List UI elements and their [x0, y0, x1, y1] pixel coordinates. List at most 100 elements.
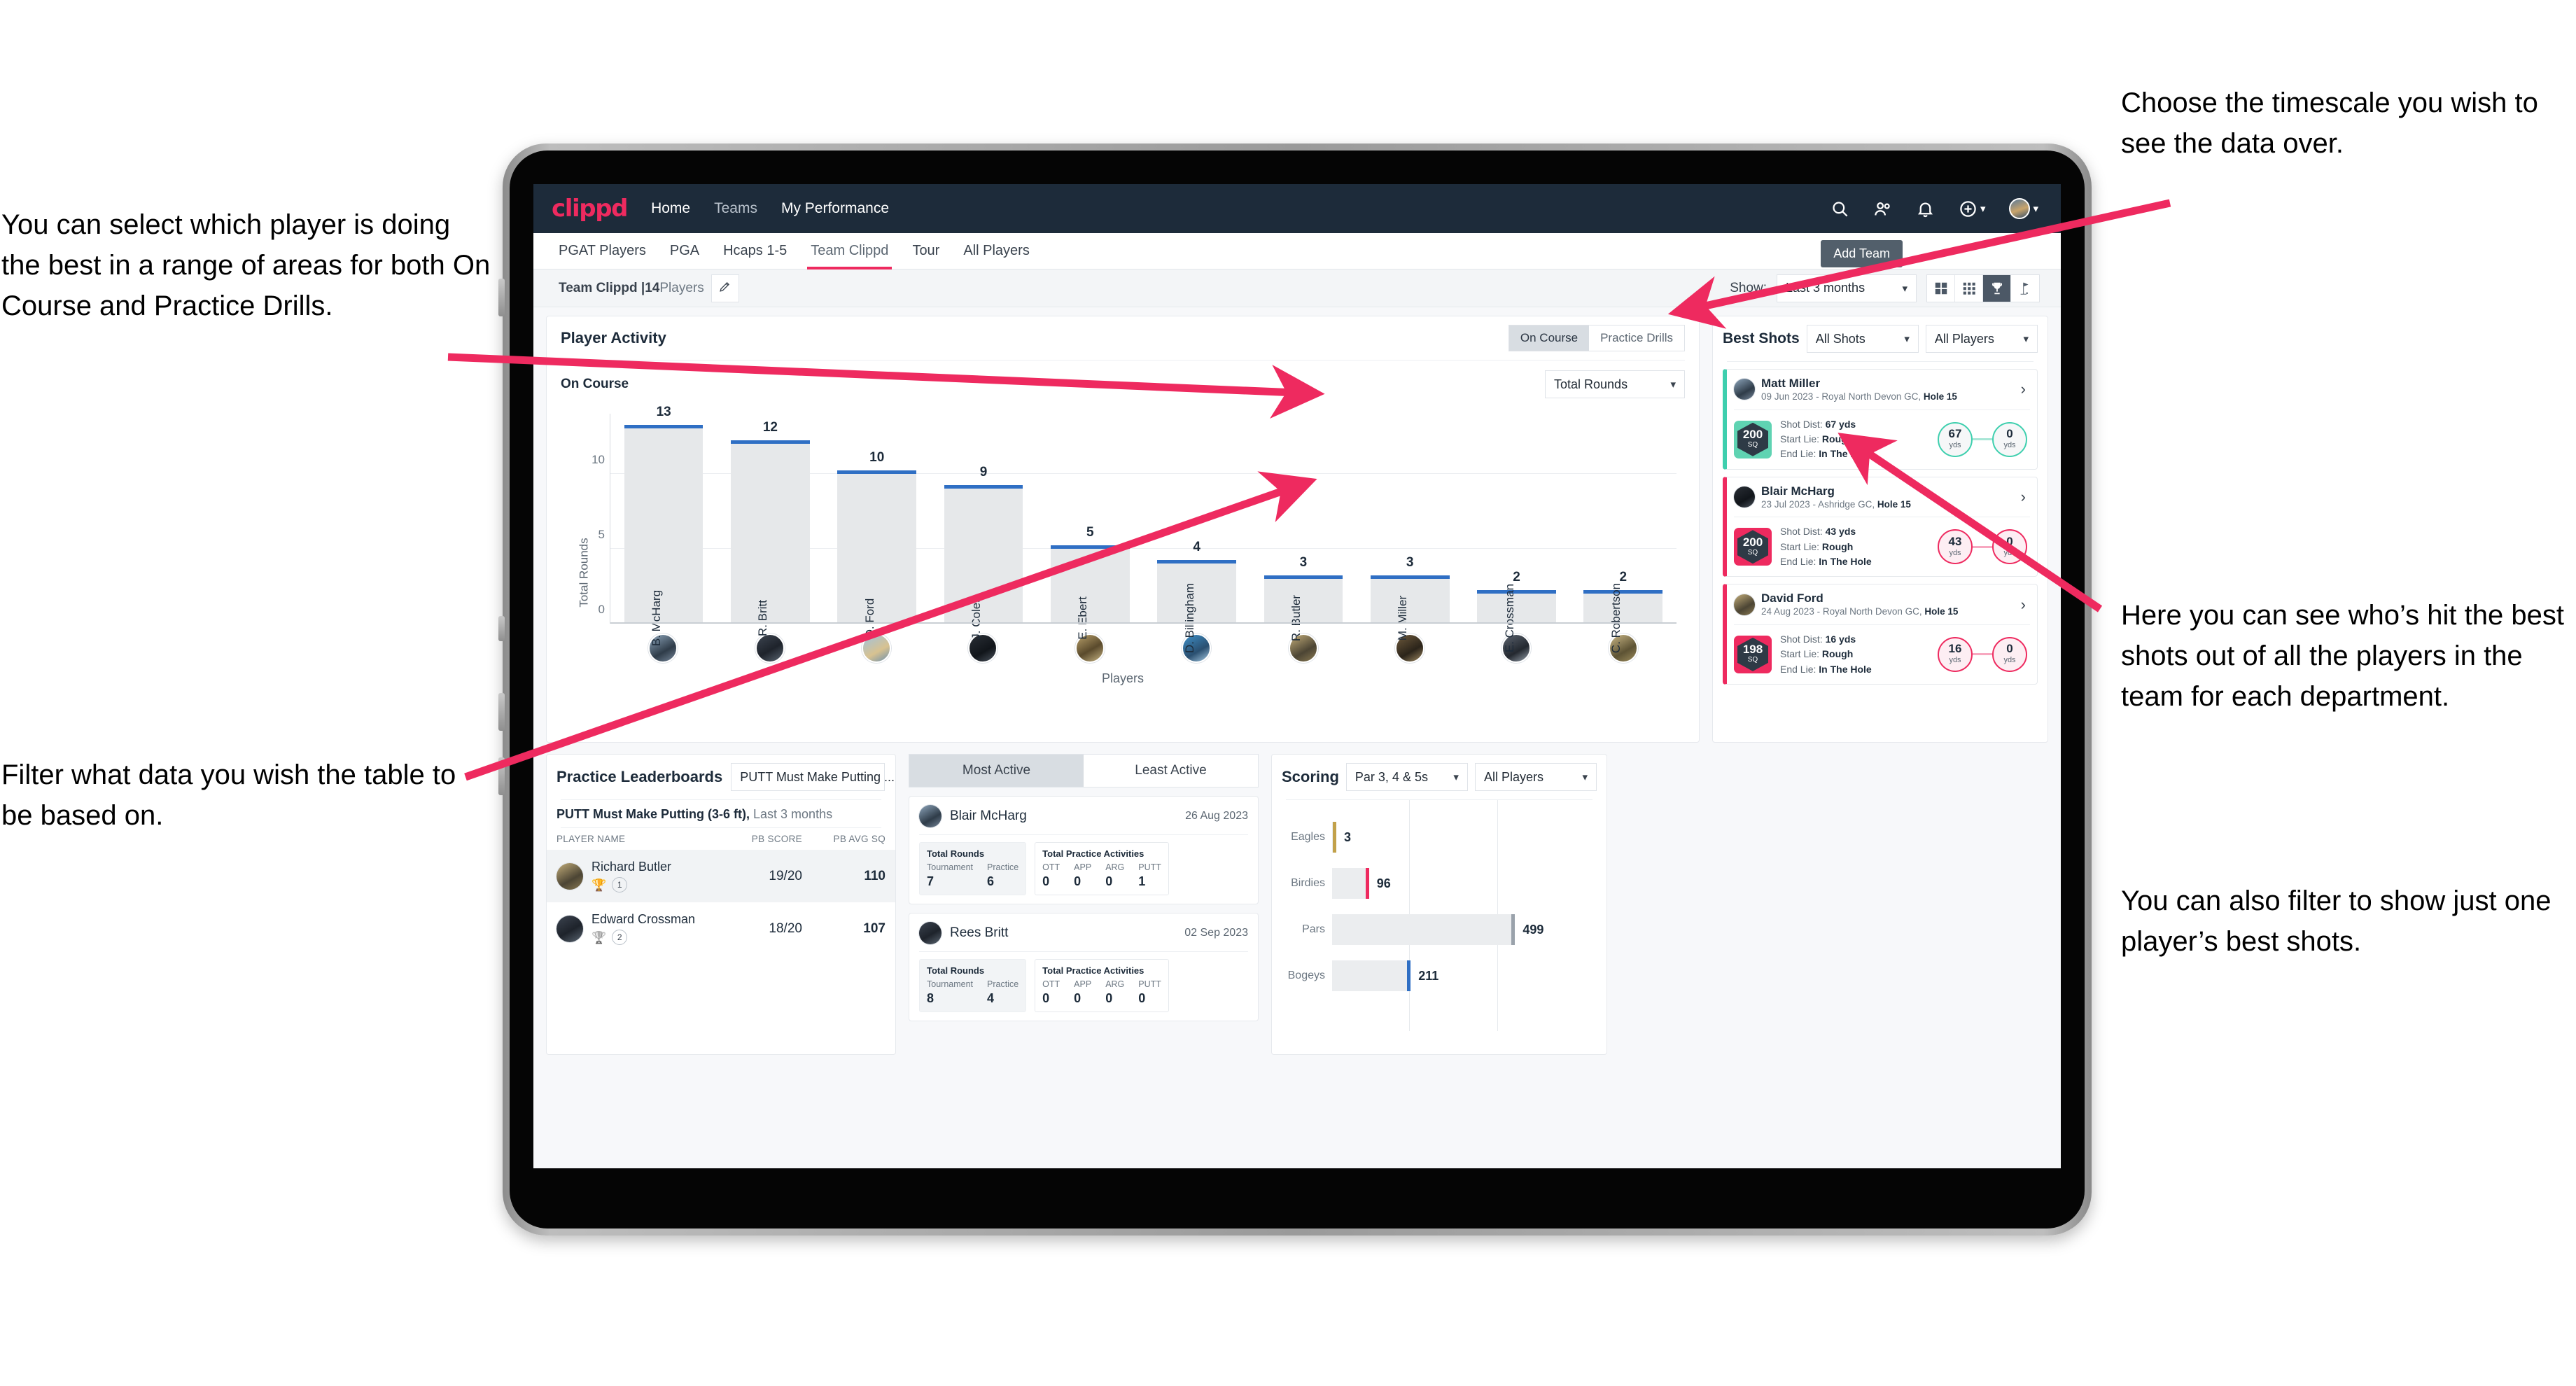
tab-least-active[interactable]: Least Active — [1084, 755, 1258, 787]
tab-most-active[interactable]: Most Active — [909, 755, 1084, 787]
scoring-bar[interactable] — [1332, 960, 1411, 991]
search-icon[interactable] — [1830, 200, 1849, 218]
tab-all-players[interactable]: All Players — [963, 233, 1029, 270]
scoring-player-filter[interactable]: All Players ▾ — [1474, 763, 1597, 791]
hexagon-icon: 200 SQ — [1737, 530, 1768, 564]
rank-badge: 2 — [612, 930, 628, 945]
timescale-select[interactable]: Last 3 months ▾ — [1777, 274, 1917, 302]
distance-to-unit: yds — [2003, 656, 2016, 665]
grid-small-icon[interactable] — [1955, 274, 1983, 302]
chart-bar-label: R. Butler — [1289, 594, 1303, 642]
scoring-label: Birdies — [1291, 877, 1325, 889]
trophy-icon[interactable] — [1983, 274, 2011, 302]
shot-dist-value: 16 yds — [1825, 633, 1856, 645]
shot-quality-value: 198 — [1742, 643, 1763, 657]
distance-from-unit: yds — [1949, 440, 1961, 449]
scoring-par-filter[interactable]: Par 3, 4 & 5s ▾ — [1345, 763, 1468, 791]
best-shot-card[interactable]: Blair McHarg 23 Jul 2023 - Ashridge GC, H… — [1723, 476, 2038, 578]
best-shot-card-header: Blair McHarg 23 Jul 2023 - Ashridge GC, H… — [1727, 477, 2037, 517]
chevron-down-icon[interactable]: ▾ — [1980, 202, 1986, 215]
scoring-bar[interactable] — [1332, 822, 1336, 853]
best-shots-shot-filter[interactable]: All Shots ▾ — [1806, 325, 1919, 353]
chart-bar[interactable]: 5 — [1050, 525, 1130, 624]
activity-panel: Most Active Least Active Blair McHarg 26 … — [909, 754, 1259, 1055]
best-shot-card-header: David Ford 24 Aug 2023 - Royal North Devo… — [1727, 584, 2037, 624]
chart-bar-slot: 2 C. Robertson — [1570, 414, 1676, 653]
shot-dist-line: Shot Dist: 43 yds — [1780, 524, 1872, 539]
chart-bar[interactable]: 12 — [731, 420, 810, 624]
chevron-down-icon: ▾ — [1582, 771, 1588, 783]
scoring-card: Scoring Par 3, 4 & 5s ▾ All Players ▾ Ea… — [1271, 754, 1607, 1055]
plus-circle-icon[interactable]: ▾ — [1959, 200, 1986, 218]
nav-link-my-performance[interactable]: My Performance — [781, 200, 889, 217]
total-rounds-title: Total Rounds — [927, 965, 985, 976]
distance-to-value: 0 — [2006, 534, 2013, 548]
chart-bar[interactable]: 3 — [1370, 555, 1450, 624]
chevron-right-icon[interactable]: › — [2021, 596, 2030, 614]
best-shot-card[interactable]: David Ford 24 Aug 2023 - Royal North Devo… — [1723, 584, 2038, 685]
best-shot-date-course: 09 Jun 2023 - Royal North Devon GC, — [1761, 391, 1921, 402]
shot-distance-diagram: 67 yds 0 yds — [1938, 421, 2030, 457]
best-shot-identity: Matt Miller 09 Jun 2023 - Royal North Dev… — [1761, 376, 1957, 403]
shot-dist-label: Shot Dist: — [1780, 633, 1823, 645]
chevron-right-icon[interactable]: › — [2021, 380, 2030, 398]
cell-pb-score: 18/20 — [769, 920, 802, 936]
bell-icon[interactable] — [1916, 200, 1935, 218]
distance-to-unit: yds — [2003, 548, 2016, 557]
chart-bar-label: J. Coles — [969, 596, 983, 640]
toggle-on-course[interactable]: On Course — [1508, 326, 1590, 351]
y-tick-10: 10 — [592, 452, 605, 466]
avatar[interactable]: ▾ — [2009, 198, 2038, 219]
flag-icon[interactable] — [2011, 275, 2039, 302]
app-logo[interactable]: clippd — [552, 195, 628, 223]
scoring-bar[interactable] — [1332, 914, 1516, 945]
best-shot-card[interactable]: Matt Miller 09 Jun 2023 - Royal North Dev… — [1723, 369, 2038, 470]
practice-drill-select[interactable]: PUTT Must Make Putting ... ▾ — [731, 763, 895, 791]
grid-large-icon[interactable] — [1927, 274, 1955, 302]
start-lie-line: Start Lie: Rough — [1780, 432, 1872, 447]
chevron-right-icon[interactable]: › — [2021, 488, 2030, 506]
distance-connector — [1973, 438, 1992, 441]
best-shot-meta: 09 Jun 2023 - Royal North Devon GC, Hole… — [1761, 391, 1957, 403]
tab-pgat-players[interactable]: PGAT Players — [559, 233, 646, 270]
toggle-practice-drills[interactable]: Practice Drills — [1589, 326, 1684, 351]
table-row[interactable]: Richard Butler 🏆 1 19/20 110 — [547, 850, 895, 902]
nav-link-home[interactable]: Home — [651, 200, 690, 217]
best-shot-body: 200 SQ Shot Dist: 43 yds Start Lie: Rough En… — [1727, 517, 2037, 576]
tab-pga[interactable]: PGA — [670, 233, 699, 270]
scoring-bar[interactable] — [1332, 868, 1369, 899]
chart-bar-label: C. Robertson — [1609, 582, 1623, 654]
tab-tour[interactable]: Tour — [912, 233, 939, 270]
start-lie-line: Start Lie: Rough — [1780, 540, 1872, 554]
dashboard-content: Player Activity On Course Practice Drill… — [533, 307, 2061, 1055]
chart-bar[interactable]: 9 — [944, 465, 1023, 624]
column-player-name: PLAYER NAME — [556, 834, 626, 844]
end-lie-value: In The Hole — [1819, 555, 1872, 567]
device-button-side-2 — [498, 616, 505, 641]
tab-team-clippd[interactable]: Team Clippd — [807, 233, 892, 270]
best-shots-player-filter[interactable]: All Players ▾ — [1925, 325, 2038, 353]
chevron-down-icon[interactable]: ▾ — [2033, 202, 2038, 215]
player-activity-chart: Total Rounds 0 5 10 13 B. McHarg 12 R. Brit… — [547, 402, 1699, 742]
people-icon[interactable] — [1873, 200, 1892, 218]
player-avatar[interactable] — [755, 634, 785, 663]
drill-period: Last 3 months — [753, 807, 833, 821]
activity-card[interactable]: Blair McHarg 26 Aug 2023 Total Rounds Tourn… — [909, 796, 1259, 904]
practice-leaderboards-subtitle: PUTT Must Make Putting (3-6 ft), Last 3 … — [547, 800, 895, 827]
scoring-value: 211 — [1418, 968, 1439, 983]
metric-select[interactable]: Total Rounds ▾ — [1545, 370, 1685, 398]
tab-hcaps-1-5[interactable]: Hcaps 1-5 — [723, 233, 787, 270]
distance-from-value: 16 — [1948, 642, 1962, 656]
chart-bar-slot: 5 E. Ebert — [1037, 414, 1143, 640]
metric-select-value: Total Rounds — [1554, 377, 1628, 391]
sub-header-controls: Show: Last 3 months ▾ — [1730, 274, 2040, 302]
chart-bar[interactable]: 13 — [624, 405, 704, 624]
chevron-down-icon: ▾ — [1904, 333, 1910, 345]
hexagon-icon: 200 SQ — [1737, 422, 1768, 456]
nav-link-teams[interactable]: Teams — [714, 200, 757, 217]
chart-bar-value: 3 — [1299, 554, 1308, 570]
edit-team-button[interactable] — [710, 274, 739, 302]
table-row[interactable]: Edward Crossman 🏆 2 18/20 107 — [547, 902, 895, 955]
activity-card[interactable]: Rees Britt 02 Sep 2023 Total Rounds Tournam… — [909, 913, 1259, 1021]
scoring-row: Pars 499 — [1283, 906, 1595, 953]
